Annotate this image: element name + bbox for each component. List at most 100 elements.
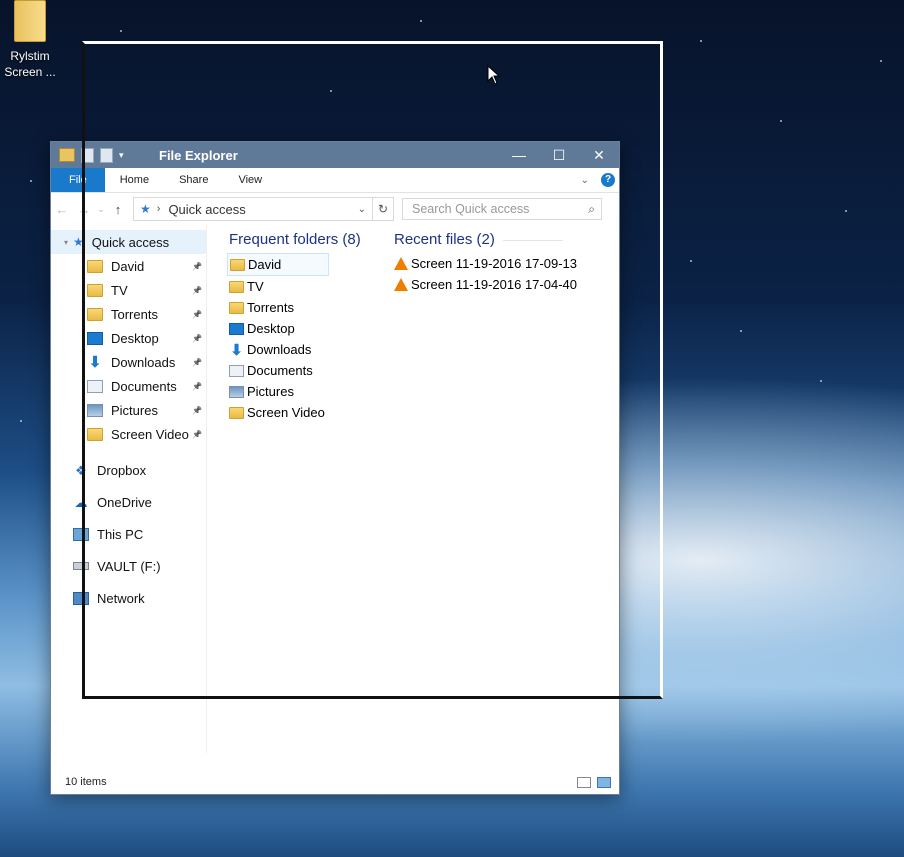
search-icon[interactable]: ⌕: [588, 202, 595, 217]
nav-item-downloads[interactable]: ⬇ Downloads 📌: [51, 350, 206, 374]
frequent-folders-list: David TV Torrents Desktop ⬇ Downloads Document…: [227, 253, 329, 423]
frequent-folder-screen-video[interactable]: Screen Video: [227, 402, 329, 423]
search-input[interactable]: Search Quick access ⌕: [402, 198, 602, 220]
nav-item-onedrive[interactable]: ☁ OneDrive: [51, 486, 206, 518]
nav-label: Documents: [111, 378, 177, 394]
pin-icon[interactable]: 📌: [192, 286, 202, 295]
nav-item-network[interactable]: Network: [51, 582, 206, 614]
properties-icon[interactable]: [81, 147, 94, 163]
breadcrumb-separator-icon[interactable]: ›: [157, 203, 161, 215]
frequent-folder-label: Documents: [247, 363, 313, 378]
recent-locations-icon[interactable]: ⌄: [95, 204, 107, 215]
up-icon[interactable]: ↑: [107, 202, 129, 217]
recent-files-list: Screen 11-19-2016 17-09-13 Screen 11-19-2…: [394, 253, 577, 295]
new-folder-icon[interactable]: [100, 147, 113, 163]
address-dropdown-icon[interactable]: ⌄: [352, 204, 372, 215]
desktop-shortcut-rylstim[interactable]: Rylstim Screen ...: [2, 0, 58, 80]
details-view-icon[interactable]: [577, 776, 591, 788]
file-explorer-window[interactable]: ▾ File Explorer — ☐ ✕ File Home Share Vi…: [50, 141, 620, 795]
nav-label: This PC: [97, 526, 144, 542]
folder-icon: [87, 283, 103, 297]
dropbox-icon: ❖: [75, 462, 87, 478]
vlc-file-icon: [394, 257, 408, 270]
nav-item-david[interactable]: David 📌: [51, 254, 206, 278]
frequent-folder-label: David: [248, 257, 282, 272]
nav-quick-access[interactable]: ▾ ★ Quick access: [51, 230, 206, 254]
frequent-folder-pictures[interactable]: Pictures: [227, 381, 329, 402]
folder-icon: [229, 301, 244, 314]
frequent-folder-downloads[interactable]: ⬇ Downloads: [227, 339, 329, 360]
recent-files-title: Recent files (2): [394, 231, 495, 248]
onedrive-icon: ☁: [74, 494, 88, 510]
recent-files-header[interactable]: Recent files (2): [394, 231, 563, 248]
pin-icon[interactable]: 📌: [192, 262, 202, 271]
nav-item-tv[interactable]: TV 📌: [51, 278, 206, 302]
nav-item-pictures[interactable]: Pictures 📌: [51, 398, 206, 422]
address-bar[interactable]: ★ › Quick access ⌄: [133, 197, 373, 221]
tab-view[interactable]: View: [223, 174, 277, 186]
frequent-folder-label: Desktop: [247, 321, 295, 336]
refresh-icon[interactable]: ↻: [373, 197, 394, 221]
large-icons-view-icon[interactable]: [597, 776, 611, 788]
breadcrumb-quick-access[interactable]: Quick access: [168, 202, 245, 217]
quick-access-toolbar: ▾: [51, 147, 159, 163]
maximize-button[interactable]: ☐: [539, 142, 579, 168]
computer-icon: [73, 527, 89, 541]
desktop-shortcut-label-2: Screen ...: [4, 65, 56, 79]
pin-icon[interactable]: 📌: [192, 406, 202, 415]
customize-toolbar-icon[interactable]: ▾: [119, 150, 124, 161]
close-button[interactable]: ✕: [579, 142, 619, 168]
nav-item-documents[interactable]: Documents 📌: [51, 374, 206, 398]
desktop-shortcut-label-1: Rylstim: [10, 49, 50, 63]
frequent-folder-label: Torrents: [247, 300, 294, 315]
address-toolbar: ← → ⌄ ↑ ★ › Quick access ⌄ ↻ Search Quic…: [51, 193, 619, 225]
nav-label: VAULT (F:): [97, 558, 161, 574]
expand-ribbon-icon[interactable]: ⌄: [581, 175, 589, 186]
explorer-folder-icon: [59, 148, 75, 162]
nav-item-screen-video[interactable]: Screen Video 📌: [51, 422, 206, 446]
collapse-icon[interactable]: ▾: [59, 238, 73, 247]
frequent-folder-documents[interactable]: Documents: [227, 360, 329, 381]
nav-item-vault-f[interactable]: VAULT (F:): [51, 550, 206, 582]
network-icon: [73, 591, 89, 605]
frequent-folder-torrents[interactable]: Torrents: [227, 297, 329, 318]
tab-file[interactable]: File: [51, 168, 105, 192]
nav-item-desktop[interactable]: Desktop 📌: [51, 326, 206, 350]
frequent-folder-label: Downloads: [247, 342, 312, 357]
downloads-icon: ⬇: [88, 353, 102, 371]
recent-file-1[interactable]: Screen 11-19-2016 17-09-13: [394, 253, 577, 274]
help-icon[interactable]: ?: [601, 173, 615, 187]
title-bar[interactable]: ▾ File Explorer — ☐ ✕: [51, 142, 619, 168]
pin-icon[interactable]: 📌: [192, 310, 202, 319]
nav-item-this-pc[interactable]: This PC: [51, 518, 206, 550]
nav-item-torrents[interactable]: Torrents 📌: [51, 302, 206, 326]
frequent-folder-tv[interactable]: TV: [227, 276, 329, 297]
folder-icon: [87, 307, 103, 321]
downloads-icon: ⬇: [230, 341, 243, 359]
frequent-folder-label: Screen Video: [247, 405, 325, 420]
pictures-icon: [87, 403, 103, 417]
tab-share[interactable]: Share: [164, 174, 223, 186]
drive-icon: [73, 562, 89, 570]
nav-label: Screen Video: [111, 426, 189, 442]
pin-icon[interactable]: 📌: [192, 334, 202, 343]
frequent-folder-desktop[interactable]: Desktop: [227, 318, 329, 339]
divider: [502, 239, 563, 241]
minimize-button[interactable]: —: [499, 142, 539, 168]
frequent-folders-header[interactable]: Frequent folders (8): [229, 231, 361, 248]
folder-icon: [14, 0, 46, 42]
tab-home[interactable]: Home: [105, 174, 164, 186]
folder-icon: [87, 427, 103, 441]
nav-item-dropbox[interactable]: ❖ Dropbox: [51, 454, 206, 486]
recent-file-2[interactable]: Screen 11-19-2016 17-04-40: [394, 274, 577, 295]
frequent-folder-label: Pictures: [247, 384, 294, 399]
pin-icon[interactable]: 📌: [192, 382, 202, 391]
frequent-folder-david[interactable]: David: [227, 253, 329, 276]
back-icon[interactable]: ←: [51, 202, 73, 217]
status-bar: 10 items: [51, 770, 619, 794]
pin-icon[interactable]: 📌: [192, 358, 202, 367]
documents-icon: [229, 364, 244, 377]
quick-access-star-icon: ★: [140, 202, 151, 216]
pin-icon[interactable]: 📌: [192, 430, 202, 439]
forward-icon[interactable]: →: [73, 202, 95, 217]
